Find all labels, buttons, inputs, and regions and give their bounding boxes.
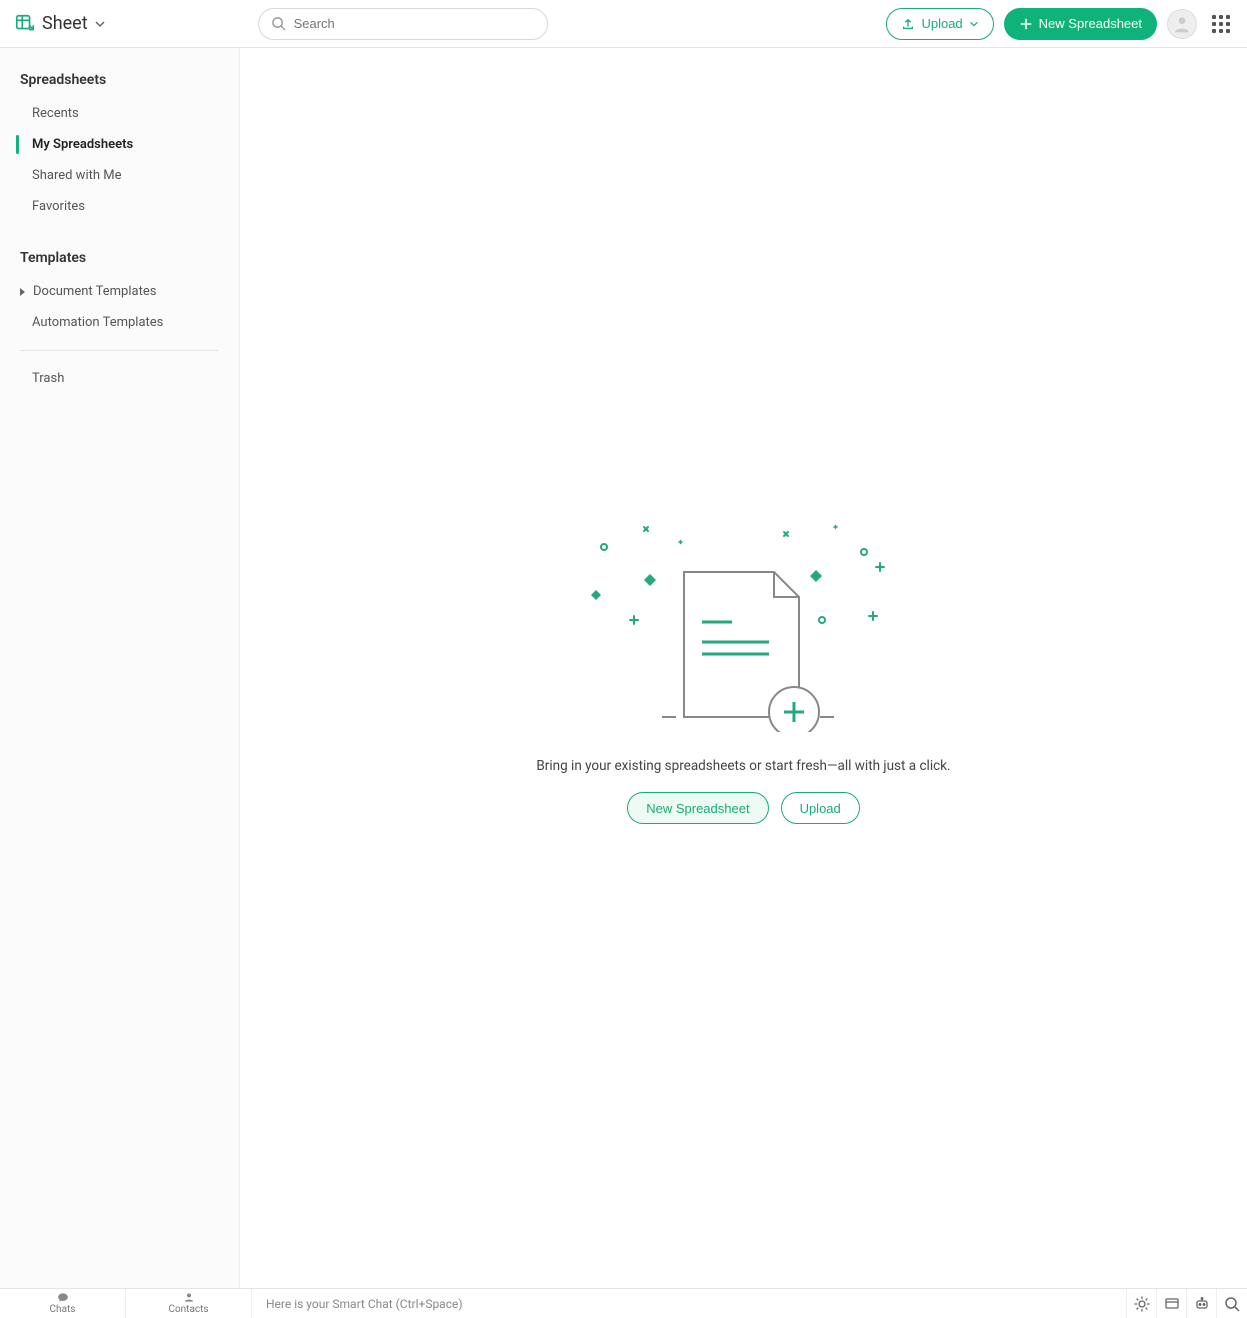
caret-right-icon xyxy=(20,288,25,296)
new-spreadsheet-label: New Spreadsheet xyxy=(1039,16,1142,31)
sidebar: Spreadsheets Recents My Spreadsheets Sha… xyxy=(0,48,240,1288)
sidebar-section-spreadsheets: Spreadsheets xyxy=(0,66,239,98)
empty-upload-button[interactable]: Upload xyxy=(781,792,860,824)
upload-button-label: Upload xyxy=(921,16,962,31)
footer-panel-icon[interactable] xyxy=(1157,1289,1187,1318)
user-icon xyxy=(1172,14,1192,34)
app-brand-menu[interactable]: Sheet xyxy=(12,9,108,39)
search-field-wrap[interactable] xyxy=(258,8,548,40)
footer-bot-icon[interactable] xyxy=(1187,1289,1217,1318)
bot-icon xyxy=(1194,1296,1210,1312)
upload-icon xyxy=(901,17,915,31)
plus-icon xyxy=(1019,17,1033,31)
empty-state-illustration xyxy=(584,512,904,732)
sidebar-item-favorites[interactable]: Favorites xyxy=(0,191,239,222)
chevron-down-icon xyxy=(969,19,979,29)
sun-icon xyxy=(1134,1296,1150,1312)
footer-tab-contacts-label: Contacts xyxy=(168,1304,208,1315)
contacts-icon xyxy=(183,1292,195,1303)
empty-state-message: Bring in your existing spreadsheets or s… xyxy=(536,758,950,774)
panel-icon xyxy=(1164,1296,1180,1312)
chevron-down-icon xyxy=(94,18,106,30)
sidebar-section-templates: Templates xyxy=(0,244,239,276)
app-footer: Chats Contacts Here is your Smart Chat (… xyxy=(0,1288,1247,1318)
app-name: Sheet xyxy=(42,13,88,34)
sidebar-item-document-templates[interactable]: Document Templates xyxy=(0,276,239,307)
chat-bubble-icon xyxy=(57,1292,69,1303)
footer-search-icon[interactable] xyxy=(1217,1289,1247,1318)
smart-chat-placeholder: Here is your Smart Chat (Ctrl+Space) xyxy=(266,1297,463,1311)
sidebar-item-automation-templates[interactable]: Automation Templates xyxy=(0,307,239,338)
search-input[interactable] xyxy=(294,16,535,31)
footer-tab-chats-label: Chats xyxy=(50,1304,76,1315)
upload-button[interactable]: Upload xyxy=(886,8,993,40)
sidebar-item-recents[interactable]: Recents xyxy=(0,98,239,129)
new-spreadsheet-button[interactable]: New Spreadsheet xyxy=(1004,8,1157,40)
empty-new-spreadsheet-button[interactable]: New Spreadsheet xyxy=(627,792,768,824)
user-avatar[interactable] xyxy=(1167,9,1197,39)
sidebar-item-trash[interactable]: Trash xyxy=(0,363,239,394)
smart-chat-input[interactable]: Here is your Smart Chat (Ctrl+Space) xyxy=(252,1289,1127,1318)
sidebar-separator xyxy=(20,350,219,351)
sidebar-item-my-spreadsheets[interactable]: My Spreadsheets xyxy=(0,129,239,160)
app-header: Sheet Upload New Spreadsheet xyxy=(0,0,1247,48)
footer-tab-chats[interactable]: Chats xyxy=(0,1289,126,1318)
footer-tab-contacts[interactable]: Contacts xyxy=(126,1289,252,1318)
app-body: Spreadsheets Recents My Spreadsheets Sha… xyxy=(0,48,1247,1288)
sheet-logo-icon xyxy=(14,13,36,35)
footer-theme-icon[interactable] xyxy=(1127,1289,1157,1318)
search-icon xyxy=(271,16,286,31)
sidebar-item-shared[interactable]: Shared with Me xyxy=(0,160,239,191)
empty-state-actions: New Spreadsheet Upload xyxy=(627,792,860,824)
search-icon xyxy=(1224,1296,1240,1312)
apps-launcher-icon[interactable] xyxy=(1207,10,1235,38)
main-content: Bring in your existing spreadsheets or s… xyxy=(240,48,1247,1288)
